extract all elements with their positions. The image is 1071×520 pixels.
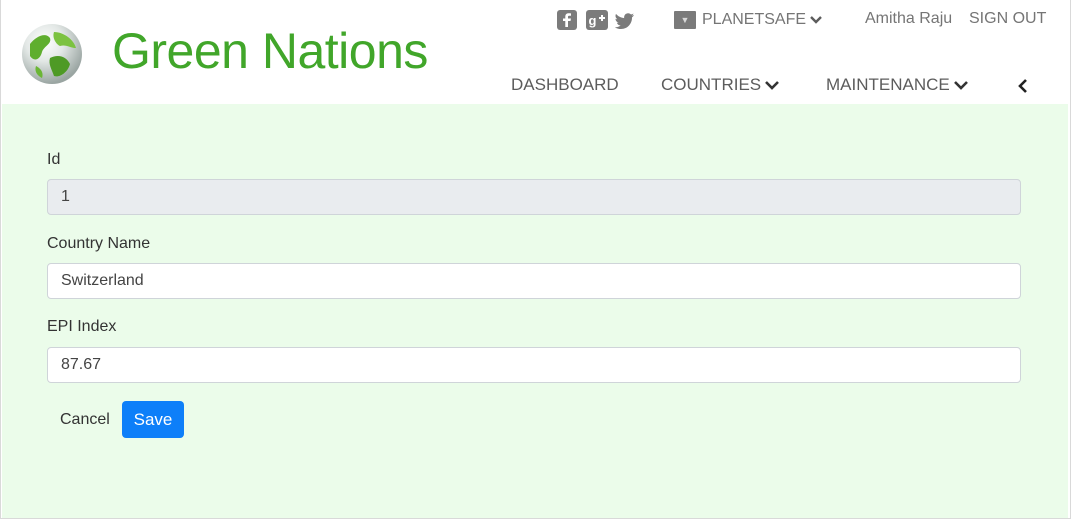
globe-logo-icon <box>22 24 82 84</box>
org-badge-icon: ▼ <box>674 11 696 29</box>
country-name-input[interactable]: Switzerland <box>47 263 1021 299</box>
user-name[interactable]: Amitha Raju <box>865 10 952 28</box>
nav-dashboard-label: DASHBOARD <box>511 75 619 94</box>
chevron-down-icon <box>953 80 968 90</box>
chevron-down-icon <box>810 16 822 24</box>
facebook-icon[interactable] <box>557 10 577 30</box>
id-field: 1 <box>47 179 1021 215</box>
nav-dashboard[interactable]: DASHBOARD <box>511 75 619 95</box>
sign-out-link[interactable]: SIGN OUT <box>969 10 1046 28</box>
app-window: Green Nations g ▼ PLANETSAFE Amitha Raju… <box>0 0 1071 519</box>
edit-country-form: Id 1 Country Name Switzerland EPI Index … <box>2 104 1068 518</box>
cancel-button[interactable]: Cancel <box>60 411 110 429</box>
org-dropdown[interactable]: ▼ PLANETSAFE <box>674 10 823 30</box>
google-plus-icon[interactable]: g <box>586 10 608 30</box>
org-label: PLANETSAFE <box>702 11 807 28</box>
nav-countries-label: COUNTRIES <box>661 75 762 94</box>
svg-text:g: g <box>589 13 597 28</box>
epi-index-label: EPI Index <box>47 318 117 335</box>
nav-countries[interactable]: COUNTRIES <box>661 75 780 95</box>
save-button[interactable]: Save <box>122 401 184 438</box>
id-label: Id <box>47 151 61 168</box>
nav-maintenance[interactable]: MAINTENANCE <box>826 75 969 95</box>
chevron-left-icon[interactable] <box>1017 78 1029 94</box>
epi-index-input[interactable]: 87.67 <box>47 347 1021 383</box>
brand-name[interactable]: Green Nations <box>112 22 428 80</box>
twitter-icon[interactable] <box>615 10 635 30</box>
nav-maintenance-label: MAINTENANCE <box>826 75 950 94</box>
country-name-label: Country Name <box>47 235 151 252</box>
chevron-down-icon <box>765 80 780 90</box>
header: Green Nations g ▼ PLANETSAFE Amitha Raju… <box>1 0 1070 104</box>
